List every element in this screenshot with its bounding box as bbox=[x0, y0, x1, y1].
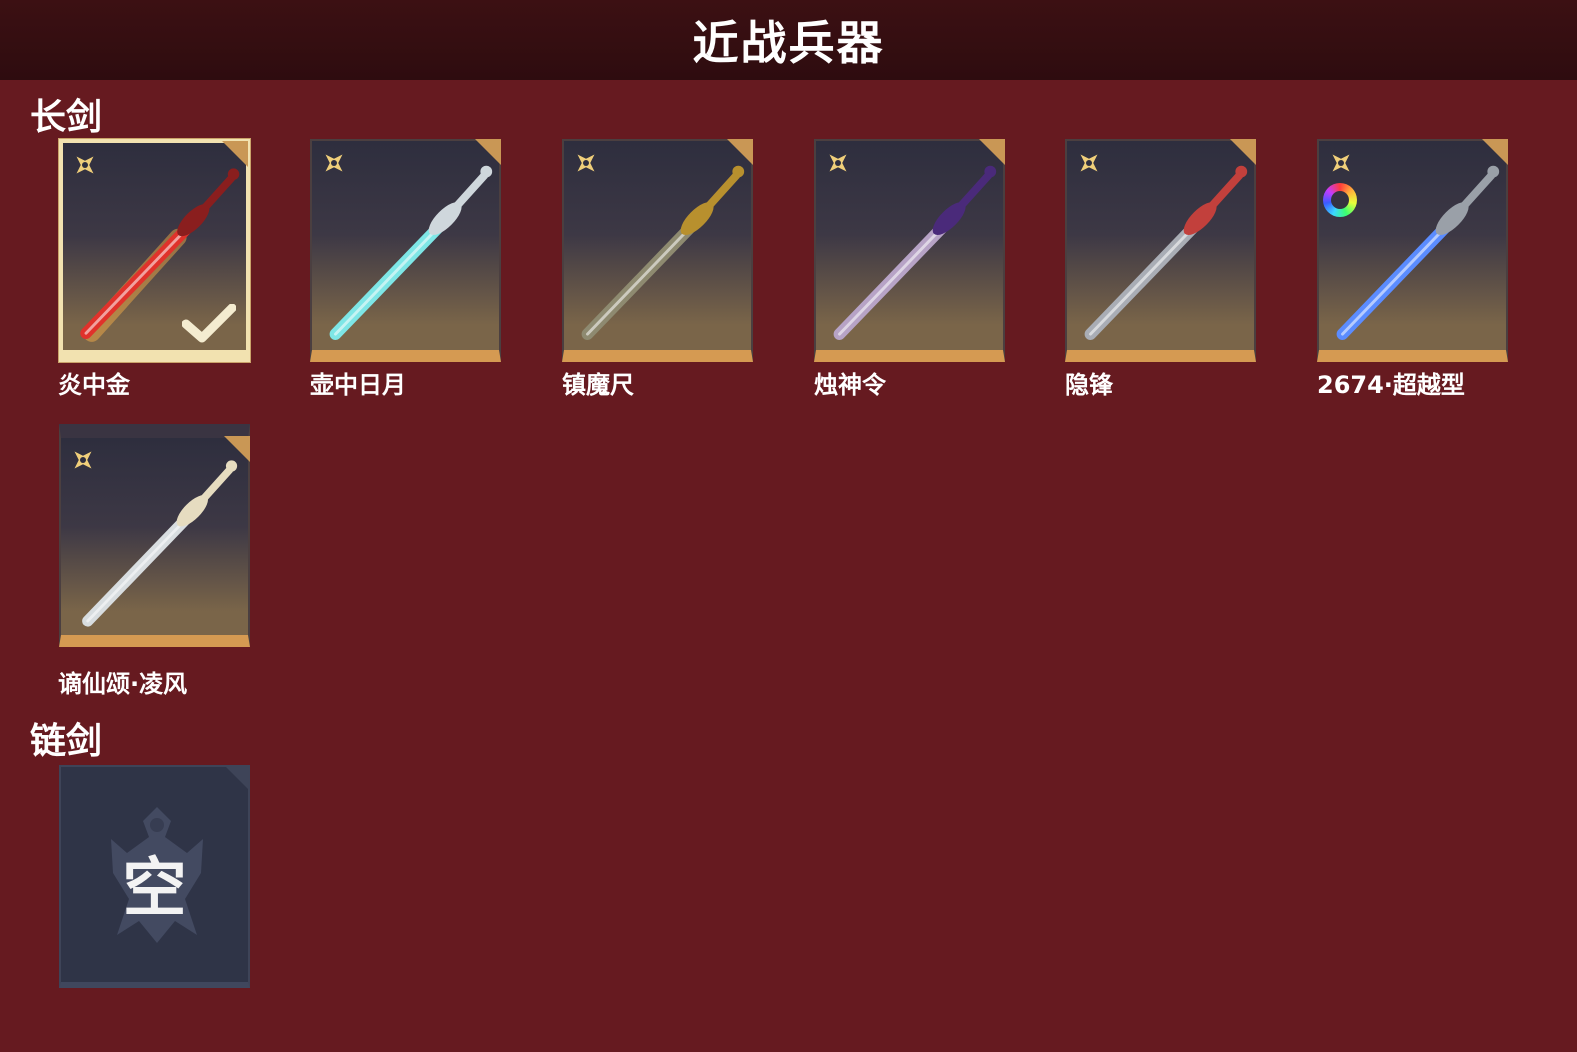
weapon-card-1[interactable] bbox=[310, 139, 501, 362]
weapon-name: 谪仙颂·凌风 bbox=[58, 670, 188, 698]
weapon-card-2[interactable] bbox=[562, 139, 753, 362]
top-bar: 近战兵器 bbox=[0, 0, 1577, 80]
weapon-name: 2674·超越型 bbox=[1317, 371, 1465, 399]
weapon-card-4[interactable] bbox=[1065, 139, 1256, 362]
weapon-card-6[interactable] bbox=[59, 424, 250, 647]
empty-slot-label: 空 bbox=[122, 852, 187, 926]
white-sword-icon bbox=[82, 460, 238, 627]
empty-slot-card[interactable]: 空 bbox=[59, 765, 250, 988]
corner-tab bbox=[224, 765, 250, 791]
checkmark-icon bbox=[182, 304, 236, 343]
jade-sword-icon bbox=[329, 165, 493, 340]
weapon-card-5[interactable] bbox=[1317, 139, 1508, 362]
page-title: 近战兵器 bbox=[692, 16, 885, 70]
weapon-name: 镇魔尺 bbox=[562, 371, 634, 399]
red-hilt-sword-icon bbox=[1084, 165, 1248, 340]
weapon-card-0[interactable] bbox=[59, 139, 250, 362]
purple-curved-sword-icon bbox=[833, 165, 997, 340]
weapon-name: 烛神令 bbox=[814, 371, 886, 399]
weapon-card-3[interactable] bbox=[814, 139, 1005, 362]
gold-sword-icon bbox=[581, 165, 745, 340]
weapon-name: 隐锋 bbox=[1065, 371, 1113, 399]
weapon-name: 炎中金 bbox=[58, 371, 130, 399]
blue-energy-sword-icon bbox=[1336, 165, 1500, 340]
section-title-chain-sword: 链剑 bbox=[30, 721, 103, 762]
color-ring-icon bbox=[1323, 183, 1357, 217]
section-title-longsword: 长剑 bbox=[30, 97, 103, 138]
weapon-name: 壶中日月 bbox=[310, 371, 406, 399]
